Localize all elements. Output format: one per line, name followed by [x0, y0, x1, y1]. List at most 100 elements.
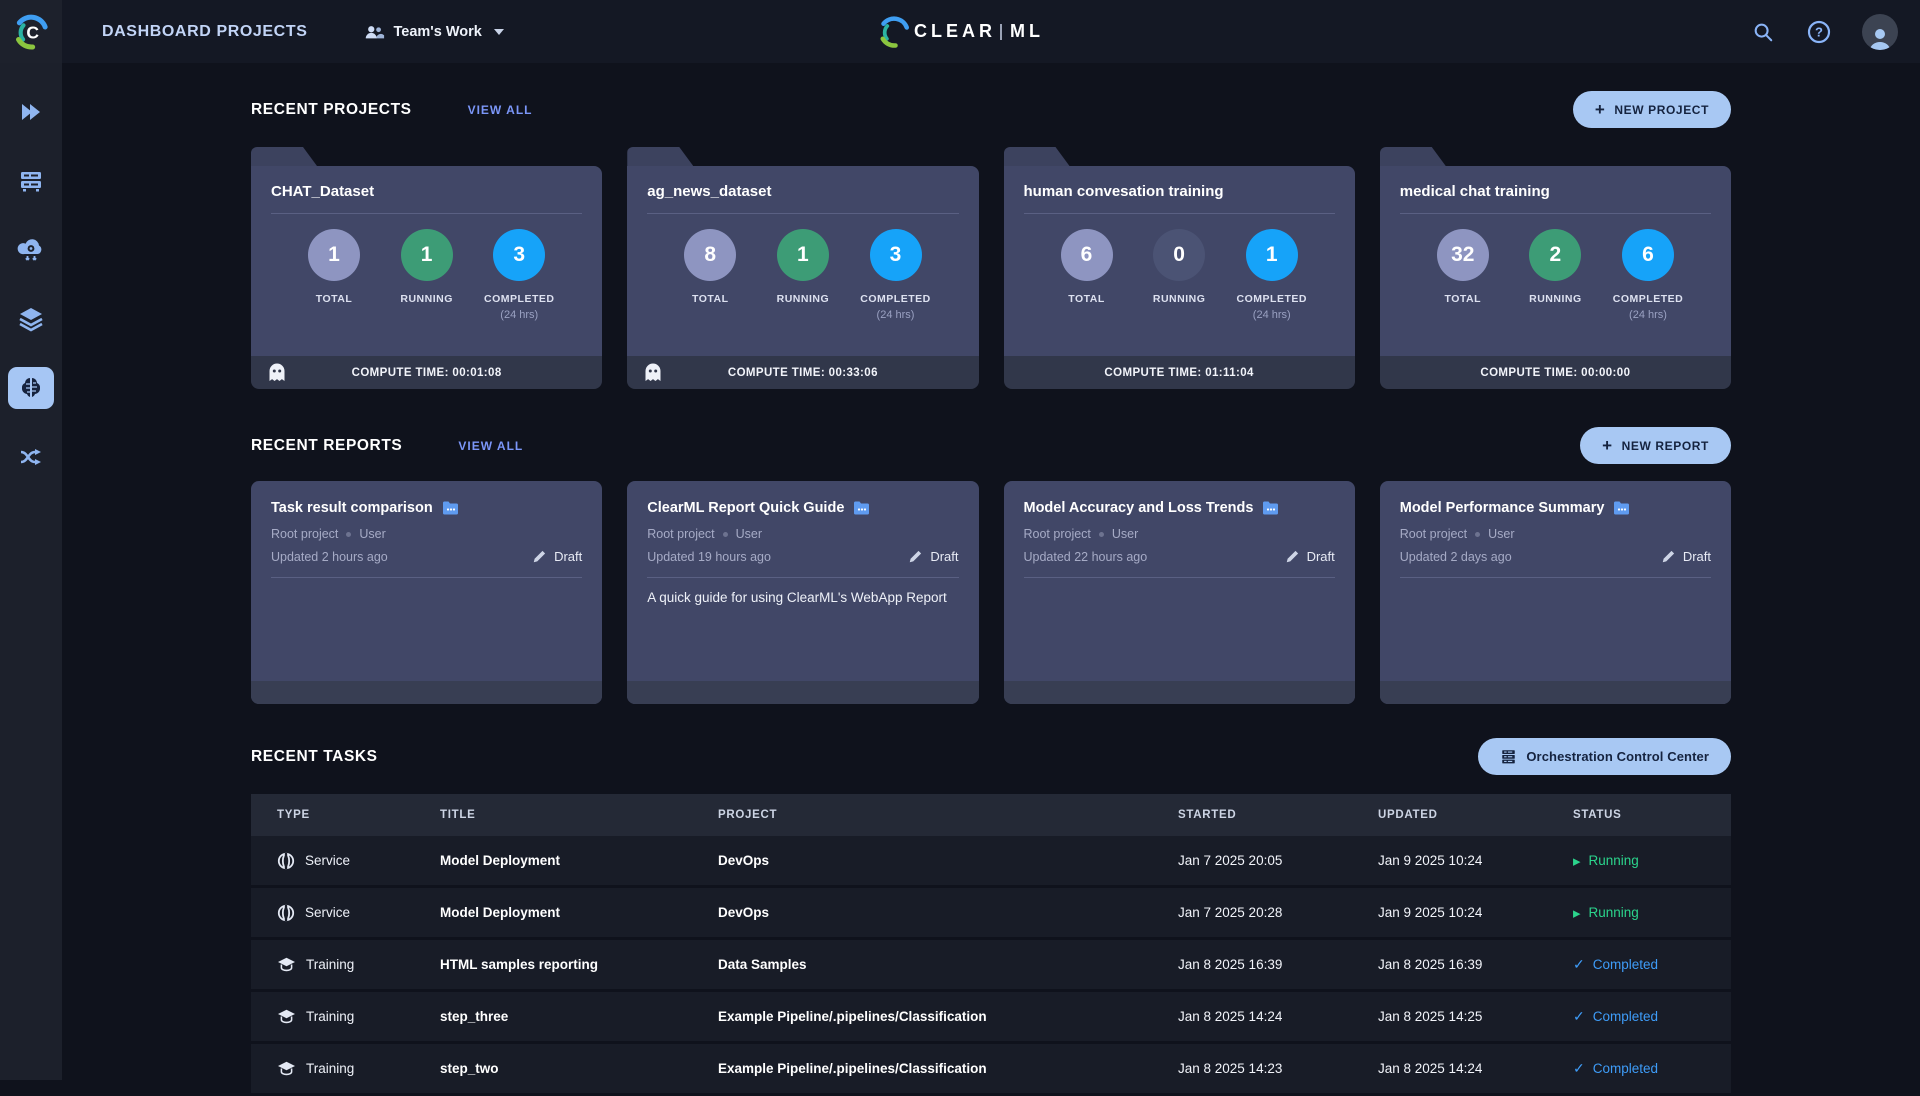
- report-card[interactable]: Model Accuracy and Loss Trends Root proj…: [1003, 481, 1355, 704]
- recent-tasks-title: RECENT TASKS: [251, 748, 378, 765]
- task-updated: Jan 8 2025 14:24: [1378, 1061, 1483, 1076]
- completed-icon: [1573, 956, 1585, 973]
- report-project: Root project: [647, 527, 715, 541]
- team-name: Team's Work: [393, 23, 482, 40]
- help-icon[interactable]: ?: [1806, 19, 1832, 45]
- table-row[interactable]: Service Model Deployment DevOps Jan 7 20…: [251, 836, 1731, 888]
- table-row[interactable]: Training HTML samples reporting Data Sam…: [251, 940, 1731, 992]
- status-badge: Running: [1573, 904, 1731, 922]
- report-updated: Updated 19 hours ago: [647, 549, 771, 564]
- project-card[interactable]: ag_news_dataset 8 TOTAL 1 RUNNING 3 COMPLET…: [627, 147, 979, 389]
- new-report-label: NEW REPORT: [1621, 438, 1709, 453]
- sidebar-item-projects[interactable]: [8, 91, 54, 133]
- task-project: DevOps: [718, 853, 770, 868]
- sidebar-item-workers-queues[interactable]: [8, 160, 54, 202]
- search-icon[interactable]: [1750, 19, 1776, 45]
- sidebar-item-models[interactable]: [8, 367, 54, 409]
- models-brain-icon: [21, 378, 41, 397]
- report-card-footer: [1003, 681, 1355, 704]
- task-updated: Jan 9 2025 10:24: [1378, 905, 1483, 920]
- folder-tab: [627, 147, 693, 166]
- total-label: TOTAL: [315, 293, 353, 305]
- project-name: medical chat training: [1399, 183, 1550, 200]
- report-icon: [854, 501, 870, 515]
- pencil-icon: [910, 550, 922, 562]
- report-project: Root project: [1023, 527, 1091, 541]
- table-row[interactable]: Training step_three Example Pipeline/.pi…: [251, 992, 1731, 1044]
- sidebar-item-datasets[interactable]: [8, 298, 54, 340]
- running-count: 2: [1529, 229, 1582, 281]
- training-type-icon: [278, 1009, 295, 1024]
- new-report-button[interactable]: + NEW REPORT: [1580, 427, 1731, 464]
- report-title: Model Performance Summary: [1399, 500, 1605, 516]
- report-updated: Updated 2 hours ago: [271, 549, 388, 564]
- status-badge: Completed: [1573, 1008, 1731, 1025]
- completed-icon: [1573, 1060, 1585, 1077]
- reports-view-all-link[interactable]: VIEW ALL: [458, 439, 523, 453]
- completed-sub-label: (24 hrs): [500, 309, 539, 321]
- folder-tab: [1004, 147, 1070, 166]
- user-avatar[interactable]: [1862, 13, 1898, 50]
- report-icon: [1614, 501, 1630, 515]
- recent-projects-title: RECENT PROJECTS: [251, 101, 412, 118]
- project-card[interactable]: medical chat training 32 TOTAL 2 RUNNING 6…: [1379, 147, 1731, 389]
- report-icon: [1263, 501, 1279, 515]
- projects-view-all-link[interactable]: VIEW ALL: [468, 103, 533, 117]
- team-selector[interactable]: Team's Work: [363, 23, 504, 41]
- report-card[interactable]: Model Performance Summary Root project Us…: [1379, 481, 1731, 704]
- task-updated: Jan 9 2025 10:24: [1378, 853, 1483, 868]
- report-card-footer: [1379, 681, 1731, 704]
- new-project-button[interactable]: + NEW PROJECT: [1572, 91, 1731, 128]
- plus-icon: +: [1602, 436, 1613, 455]
- report-card[interactable]: Task result comparison Root project User …: [251, 481, 603, 704]
- total-count: 6: [1060, 229, 1113, 281]
- person-icon: [1870, 28, 1890, 50]
- report-status: Draft: [1661, 549, 1711, 564]
- col-title: TITLE: [440, 809, 476, 821]
- dot-separator: [346, 531, 352, 537]
- project-card[interactable]: CHAT_Dataset 1 TOTAL 1 RUNNING 3 COMPLETED (…: [251, 147, 603, 389]
- task-started: Jan 8 2025 14:24: [1178, 1009, 1283, 1024]
- table-row[interactable]: Training step_two Example Pipeline/.pipe…: [251, 1044, 1731, 1096]
- task-type: Service: [305, 853, 351, 868]
- svg-text:?: ?: [1815, 24, 1823, 39]
- recent-tasks-header: RECENT TASKS Orchestration Control Cente…: [251, 738, 1731, 776]
- report-status: Draft: [532, 549, 582, 564]
- applications-icon: [17, 239, 42, 261]
- status-label: Completed: [1592, 1009, 1659, 1024]
- sidebar-item-pipelines[interactable]: [8, 436, 54, 478]
- training-type-icon: [278, 957, 295, 972]
- pencil-icon: [1286, 550, 1298, 562]
- clearml-logo: CLEAR ML: [876, 0, 1044, 63]
- project-card[interactable]: human convesation training 6 TOTAL 0 RUNNI…: [1003, 147, 1355, 389]
- total-label: TOTAL: [691, 293, 729, 305]
- orchestration-control-center-button[interactable]: Orchestration Control Center: [1478, 738, 1731, 775]
- completed-count: 6: [1622, 229, 1674, 281]
- report-card[interactable]: ClearML Report Quick Guide Root project U…: [627, 481, 979, 704]
- task-title: Model Deployment: [440, 853, 561, 868]
- completed-label: COMPLETED: [1236, 293, 1307, 305]
- status-label: Completed: [1592, 957, 1659, 972]
- completed-count: 1: [1245, 229, 1298, 281]
- running-icon: [1573, 904, 1581, 922]
- status-badge: Completed: [1573, 956, 1731, 973]
- dot-separator: [1475, 531, 1481, 537]
- col-started: STARTED: [1178, 809, 1237, 821]
- clearml-c-icon: C: [16, 14, 48, 50]
- clearml-logo-mark[interactable]: C: [0, 0, 62, 63]
- training-type-icon: [278, 1061, 295, 1076]
- task-type: Training: [306, 1061, 355, 1076]
- compute-time: COMPUTE TIME: 00:00:00: [1480, 366, 1631, 379]
- running-count: 0: [1153, 229, 1206, 281]
- project-stats: 8 TOTAL 1 RUNNING 3 COMPLETED (24 hrs): [627, 214, 978, 321]
- project-name: human convesation training: [1023, 183, 1224, 200]
- pipelines-icon: [20, 449, 41, 465]
- completed-sub-label: (24 hrs): [876, 309, 915, 321]
- service-type-icon: [277, 852, 295, 869]
- report-icon: [442, 501, 458, 515]
- col-project: PROJECT: [718, 809, 778, 821]
- draft-label: Draft: [554, 549, 583, 564]
- table-row[interactable]: Service Model Deployment DevOps Jan 7 20…: [251, 888, 1731, 940]
- project-card-footer: COMPUTE TIME: 00:33:06: [627, 356, 979, 389]
- sidebar-item-applications[interactable]: [8, 229, 54, 271]
